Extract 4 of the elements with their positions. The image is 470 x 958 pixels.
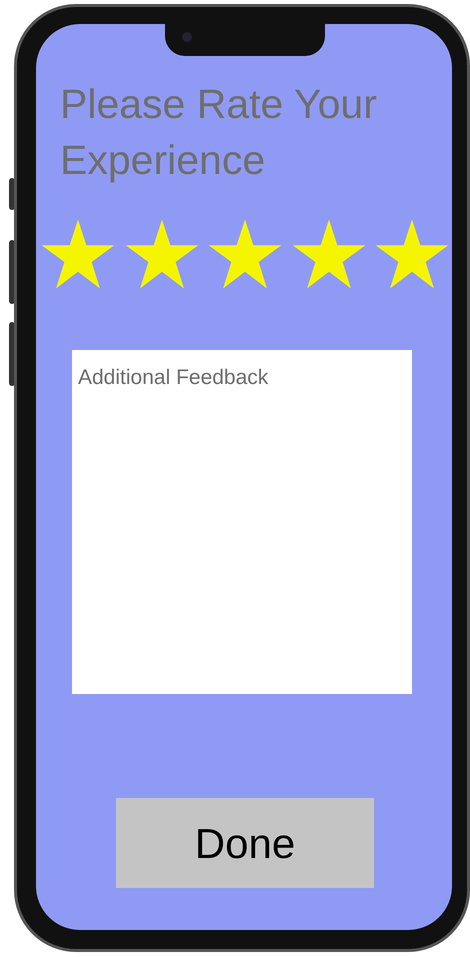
feedback-field[interactable]: Additional Feedback <box>72 350 412 694</box>
notch-icon <box>165 24 325 56</box>
done-button[interactable]: Done <box>116 798 374 888</box>
page-title: Please Rate Your Experience <box>60 80 378 185</box>
